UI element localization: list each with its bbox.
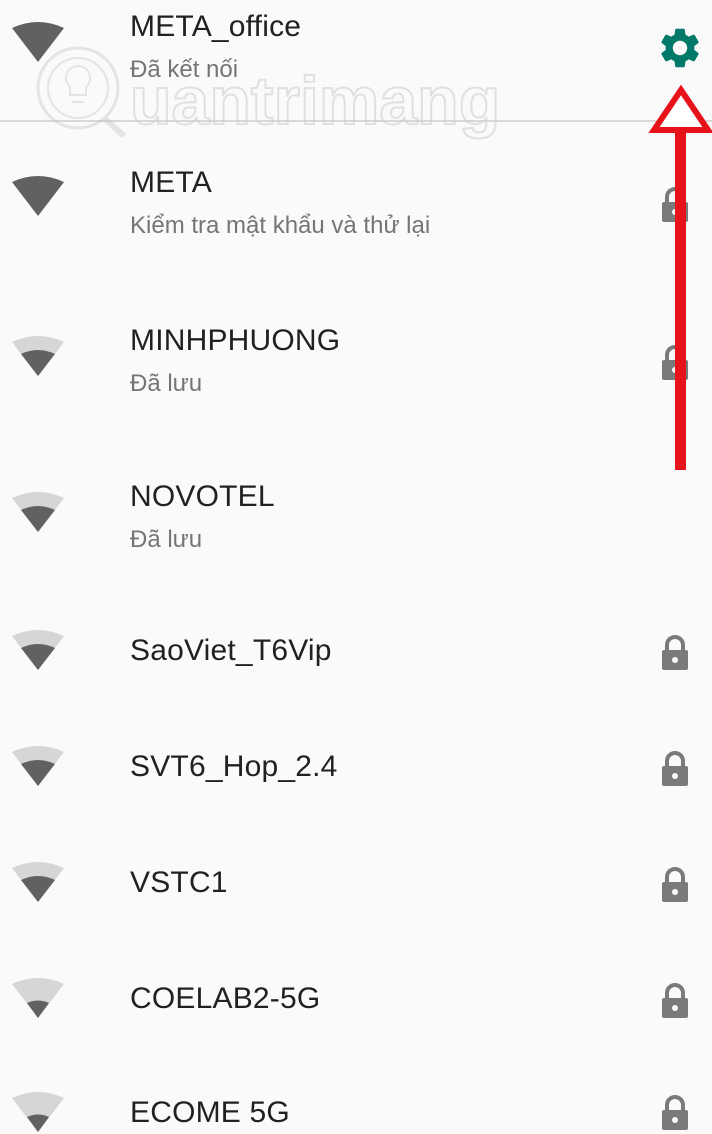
wifi-network-row-vstc1[interactable]: VSTC1 (0, 832, 712, 948)
network-name: META_office (130, 10, 302, 43)
wifi-network-row-ecome-5g[interactable]: ECOME 5G (0, 1064, 712, 1132)
lock-icon (659, 982, 691, 1020)
gear-icon[interactable] (656, 24, 704, 72)
network-name: META (130, 166, 212, 199)
lock-icon (659, 1094, 691, 1132)
list-divider (0, 120, 712, 122)
network-name: COELAB2-5G (130, 982, 321, 1015)
wifi-medium-signal-icon (10, 630, 66, 672)
lock-icon (659, 750, 691, 788)
wifi-medium-signal-icon (10, 336, 66, 378)
network-name: SVT6_Hop_2.4 (130, 750, 338, 783)
wifi-medium-signal-icon (10, 492, 66, 534)
network-name: NOVOTEL (130, 480, 275, 513)
wifi-network-list: META_office Đã kết nối META Kiểm tra mật… (0, 0, 712, 1132)
wifi-network-row-meta-office[interactable]: META_office Đã kết nối (0, 0, 712, 116)
wifi-network-row-minhphuong[interactable]: MINHPHUONG Đã lưu (0, 308, 712, 424)
wifi-low-signal-icon (10, 978, 66, 1020)
annotation-arrow (648, 82, 712, 474)
network-status: Kiểm tra mật khẩu và thử lại (130, 212, 431, 239)
network-name: VSTC1 (130, 866, 228, 899)
network-status: Đã kết nối (130, 56, 239, 83)
wifi-medium-signal-icon (10, 862, 66, 904)
wifi-network-row-svt6-hop-2-4[interactable]: SVT6_Hop_2.4 (0, 716, 712, 832)
wifi-network-row-novotel[interactable]: NOVOTEL Đã lưu (0, 464, 712, 580)
network-name: MINHPHUONG (130, 324, 341, 357)
network-status: Đã lưu (130, 526, 203, 553)
wifi-low-signal-icon (10, 1092, 66, 1134)
network-status: Đã lưu (130, 370, 203, 397)
wifi-medium-signal-icon (10, 746, 66, 788)
network-name: SaoViet_T6Vip (130, 634, 332, 667)
wifi-network-row-coelab2-5g[interactable]: COELAB2-5G (0, 948, 712, 1064)
wifi-full-signal-icon (10, 22, 66, 64)
wifi-full-signal-icon (10, 176, 66, 218)
network-name: ECOME 5G (130, 1096, 290, 1129)
wifi-network-row-saoviet-t6vip[interactable]: SaoViet_T6Vip (0, 600, 712, 716)
wifi-network-row-meta[interactable]: META Kiểm tra mật khẩu và thử lại (0, 150, 712, 266)
lock-icon (659, 866, 691, 904)
lock-icon (659, 634, 691, 672)
